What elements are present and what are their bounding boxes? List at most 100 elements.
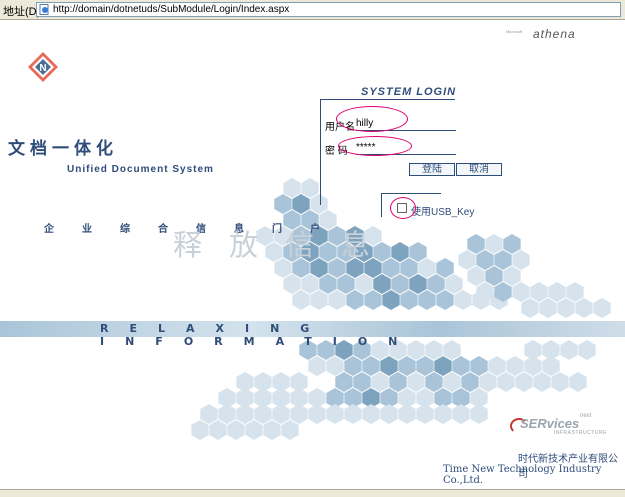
hexagon-tile [418,290,436,310]
hexagon-tile [346,290,364,310]
hexagon-tile [476,250,494,270]
hexagon-tile [344,356,362,376]
usb-key-checkbox[interactable] [397,203,407,213]
hexagon-tile [512,250,530,270]
hexagon-tile [503,234,521,254]
hexagon-tile [557,298,575,318]
hexagon-tile [515,372,533,392]
hexagon-tile [398,404,416,424]
hexagon-tile [236,404,254,424]
hexagon-tile [416,356,434,376]
hexagon-tile [551,372,569,392]
hexagon-tile [407,372,425,392]
hexagon-tile [569,372,587,392]
hexagon-tile [548,282,566,302]
hexagon-tile [494,250,512,270]
hexagon-tile [416,404,434,424]
hexagon-tile [292,194,310,214]
hexagon-tile [380,404,398,424]
hexagon-tile [191,420,209,440]
hexagon-tile [218,404,236,424]
hexagon-tile [328,290,346,310]
hexagon-tile [274,194,292,214]
hexagon-tile [436,290,454,310]
login-corner-line [320,99,333,100]
hexagon-tile [436,258,454,278]
hexagon-tile [272,404,290,424]
title-cn: 文档一体化 [8,139,118,159]
cancel-button[interactable]: 取消 [456,163,502,176]
company-name-en: Time New Technology Industry Co.,Ltd. [443,464,602,486]
hexagon-tile [310,290,328,310]
hexagon-tile [283,178,301,198]
hexagon-tile [470,356,488,376]
hexagon-tile [364,290,382,310]
hexagon-tile [485,234,503,254]
hexagon-tile [458,250,476,270]
hexagon-tile [427,274,445,294]
hexagon-tile [503,266,521,286]
hexagon-tile [380,356,398,376]
hexagon-tile [400,290,418,310]
hexagon-tile [467,266,485,286]
hexagon-tile [301,274,319,294]
usb-key-label: 使用USB_Key [411,207,475,218]
services-logo: SERvices [520,416,580,431]
system-login-heading: SYSTEM LOGIN [361,86,457,98]
hexagon-tile [467,234,485,254]
username-label: 用户名 [325,122,355,133]
band-text: RELAXING INFORMATION [100,322,419,348]
hexagon-tile [308,356,326,376]
services-next: next [580,413,592,419]
hexagon-tile [362,404,380,424]
hexagon-tile [263,420,281,440]
login-divider [333,99,455,100]
hexagon-tile [566,282,584,302]
hexagon-tile [409,274,427,294]
hexagon-tile [434,356,452,376]
hexagon-tile [292,290,310,310]
hexagon-tile [326,356,344,376]
hexagon-tile [409,242,427,262]
hexagon-tile [382,290,400,310]
release-slogan: 释放信息 [173,228,398,262]
hexagon-tile [391,274,409,294]
login-button[interactable]: 登陆 [409,163,455,176]
username-underline [408,130,456,131]
hexagon-tile [310,194,328,214]
hexagon-tile [344,404,362,424]
username-input[interactable] [356,116,456,131]
hexagon-tile [200,404,218,424]
hexagon-tile [400,258,418,278]
hexagon-tile [335,372,353,392]
password-underline [410,154,456,155]
hexagon-tile [337,274,355,294]
hexagon-tile [281,420,299,440]
hexagon-tile [245,420,263,440]
svg-text:N: N [39,63,46,74]
hexagon-tile [461,372,479,392]
hexagon-tile [452,356,470,376]
hexagon-tile [445,274,463,294]
hexagon-tile [485,266,503,286]
hexagon-tile [454,290,472,310]
hexagon-tile [209,420,227,440]
services-subtitle: INFRASTRUCTURE [554,430,607,436]
hexagon-tile [443,372,461,392]
hexagon-tile [521,298,539,318]
title-en: Unified Document System [67,164,214,175]
password-input[interactable] [356,140,456,155]
hexagon-tile [308,404,326,424]
hexagon-tile [418,258,436,278]
login-vertical-line [320,99,321,205]
company-logo-icon: N [28,52,58,82]
hexagon-tile [470,404,488,424]
hexagon-tile [539,298,557,318]
athena-logo: athena [533,27,576,41]
hexagon-tile [512,282,530,302]
hexagon-tile [497,372,515,392]
usb-horizontal-line [381,193,441,194]
hexagon-tile [362,356,380,376]
hexagon-tile [319,274,337,294]
hexagon-tile [290,404,308,424]
